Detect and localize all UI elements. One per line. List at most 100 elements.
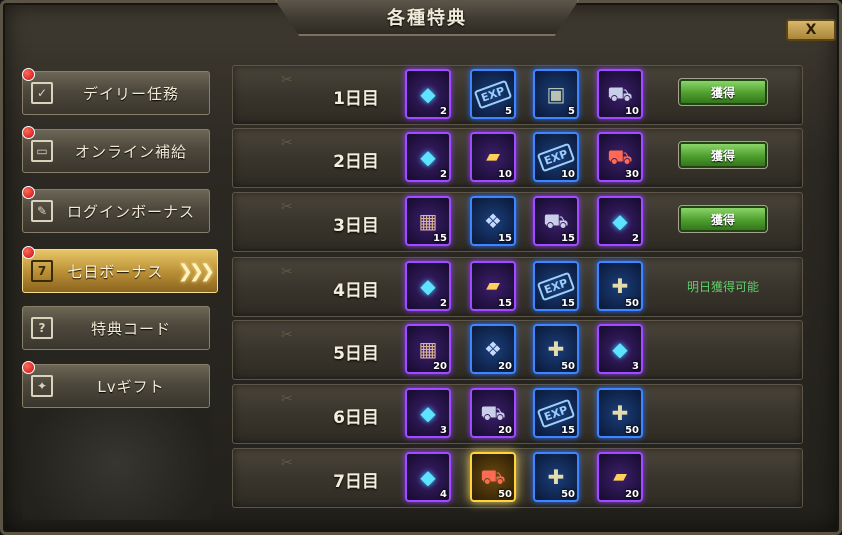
reward-item[interactable]: ✚ 50 [597, 261, 643, 311]
checklist-icon: ✓ [31, 82, 53, 104]
item-quantity: 3 [632, 361, 639, 372]
reward-item[interactable]: EXP 5 [470, 69, 516, 119]
diamond-icon: ◆ [420, 82, 436, 106]
sidebar-item-2[interactable]: ▭ オンライン補給 [22, 126, 210, 173]
diamond-icon: ◆ [420, 145, 436, 169]
item-quantity: 15 [433, 233, 447, 244]
sidebar-item-4[interactable]: 7 七日ボーナス ❯❯❯ [22, 246, 218, 293]
day-label: 6日目 [333, 408, 379, 428]
day-label: 1日目 [333, 89, 379, 109]
exp-ticket-icon: EXP [536, 398, 576, 428]
item-quantity: 5 [568, 106, 575, 117]
item-quantity: 15 [498, 233, 512, 244]
diamond-icon: ◆ [420, 465, 436, 489]
wrench-decoration-icon: ✂ [281, 135, 293, 151]
item-quantity: 15 [561, 233, 575, 244]
reward-item[interactable]: ✚ 50 [533, 324, 579, 374]
claim-button[interactable]: 獲得 [678, 205, 768, 233]
day-label: 4日目 [333, 281, 379, 301]
close-button[interactable]: X [786, 19, 836, 41]
notepad-pen-icon: ✎ [31, 200, 53, 222]
reward-item[interactable]: ◆ 3 [405, 388, 451, 438]
exp-ticket-icon: EXP [536, 142, 576, 172]
reward-item[interactable]: ▰ 10 [470, 132, 516, 182]
puzzle-icon: ✚ [547, 465, 565, 489]
reward-item[interactable]: ▦ 20 [405, 324, 451, 374]
wrench-decoration-icon: ✂ [281, 327, 293, 343]
active-chevron-icon: ❯❯❯ [177, 260, 215, 282]
item-quantity: 20 [625, 489, 639, 500]
diamond-icon: ◆ [420, 401, 436, 425]
item-quantity: 15 [561, 425, 575, 436]
reward-item[interactable]: ◆ 4 [405, 452, 451, 502]
reward-item[interactable]: ✚ 50 [533, 452, 579, 502]
dialog-title: 各種特典 [387, 8, 467, 29]
reward-item[interactable]: ⛟ 15 [533, 196, 579, 246]
reward-item[interactable]: ◆ 3 [597, 324, 643, 374]
item-quantity: 50 [625, 298, 639, 309]
reward-item[interactable]: ⛟ 10 [597, 69, 643, 119]
sidebar-item-label: 七日ボーナス [67, 262, 164, 281]
reward-item[interactable]: ◆ 2 [405, 69, 451, 119]
claim-status-text: 明日獲得可能 [687, 280, 760, 294]
gold-card-icon: ▰ [486, 275, 500, 296]
sidebar-item-1[interactable]: ✓ デイリー任務 [22, 68, 210, 115]
notification-dot-icon [22, 68, 35, 81]
puzzle-icon: ✚ [611, 274, 629, 298]
wrench-decoration-icon: ✂ [281, 391, 293, 407]
reward-row-day-5: ✂ 5日目 ▦ 20 ❖ 20 ✚ 50 ◆ 3 [232, 320, 803, 380]
sidebar-item-6[interactable]: ✦ Lvギフト [22, 361, 210, 408]
reward-item[interactable]: EXP 15 [533, 388, 579, 438]
reward-item[interactable]: ◆ 2 [405, 132, 451, 182]
claim-button[interactable]: 獲得 [678, 78, 768, 106]
item-quantity: 50 [625, 425, 639, 436]
reward-row-day-3: ✂ 3日目 ▦ 15 ❖ 15 ⛟ 15 ◆ 2 獲得 [232, 192, 803, 252]
reward-item[interactable]: ◆ 2 [597, 196, 643, 246]
reward-item[interactable]: ◆ 2 [405, 261, 451, 311]
reward-item[interactable]: ▣ 5 [533, 69, 579, 119]
reward-row-day-1: ✂ 1日目 ◆ 2 EXP 5 ▣ 5 ⛟ 10 獲得 [232, 65, 803, 125]
item-quantity: 50 [498, 489, 512, 500]
wrench-decoration-icon: ✂ [281, 72, 293, 88]
reward-item[interactable]: ✚ 50 [597, 388, 643, 438]
item-quantity: 20 [433, 361, 447, 372]
item-quantity: 3 [440, 425, 447, 436]
puzzle-icon: ✚ [547, 337, 565, 361]
reward-item[interactable]: ▰ 15 [470, 261, 516, 311]
reward-item[interactable]: ▰ 20 [597, 452, 643, 502]
item-quantity: 10 [498, 169, 512, 180]
item-quantity: 2 [632, 233, 639, 244]
claim-button[interactable]: 獲得 [678, 141, 768, 169]
monitor-icon: ▭ [31, 140, 53, 162]
reward-item[interactable]: ❖ 15 [470, 196, 516, 246]
exp-ticket-icon: EXP [473, 79, 513, 109]
notification-dot-icon [22, 246, 35, 259]
day-label: 7日目 [333, 472, 379, 492]
reward-item[interactable]: EXP 15 [533, 261, 579, 311]
reward-item[interactable]: ⛟ 30 [597, 132, 643, 182]
ore-crate-icon: ▦ [418, 209, 438, 233]
sidebar-item-label: Lvギフト [97, 377, 165, 396]
reward-item[interactable]: ⛟ 50 [470, 452, 516, 502]
item-quantity: 4 [440, 489, 447, 500]
item-quantity: 20 [498, 425, 512, 436]
sidebar-item-3[interactable]: ✎ ログインボーナス [22, 186, 210, 233]
notification-dot-icon [22, 186, 35, 199]
crystal-icon: ❖ [484, 337, 502, 361]
red-tank-icon: ⛟ [480, 465, 506, 489]
sidebar-item-5[interactable]: ? 特典コード [22, 306, 210, 350]
wrench-decoration-icon: ✂ [281, 455, 293, 471]
reward-item[interactable]: EXP 10 [533, 132, 579, 182]
reward-row-day-2: ✂ 2日目 ◆ 2 ▰ 10 EXP 10 ⛟ 30 獲得 [232, 128, 803, 188]
reward-item[interactable]: ⛟ 20 [470, 388, 516, 438]
reward-item[interactable]: ❖ 20 [470, 324, 516, 374]
tank-icon: ⛟ [480, 401, 506, 425]
reward-row-day-6: ✂ 6日目 ◆ 3 ⛟ 20 EXP 15 ✚ 50 [232, 384, 803, 444]
ore-crate-icon: ▦ [418, 337, 438, 361]
reward-item[interactable]: ▦ 15 [405, 196, 451, 246]
item-quantity: 2 [440, 169, 447, 180]
gold-card-icon: ▰ [486, 146, 500, 167]
sidebar-item-label: 特典コード [90, 319, 171, 338]
diamond-icon: ◆ [420, 274, 436, 298]
sidebar-item-label: オンライン補給 [74, 142, 187, 161]
